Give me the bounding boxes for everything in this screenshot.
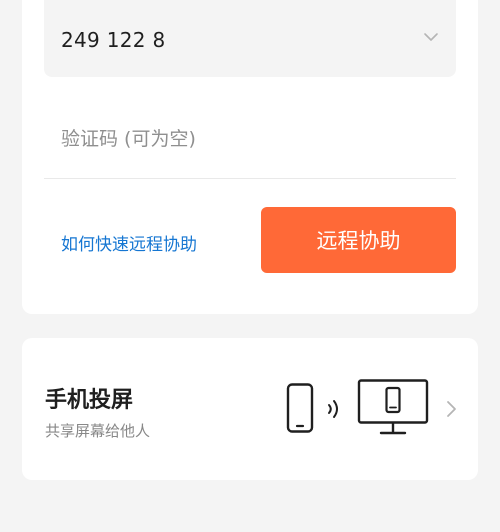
divider [44,178,456,179]
help-link[interactable]: 如何快速远程协助 [61,230,197,255]
cast-subtitle: 共享屏幕给他人 [45,422,151,440]
screen-cast-card[interactable]: 手机投屏 共享屏幕给他人 [22,338,478,480]
remote-assist-card: 249 122 8 如何快速远程协助 远程协助 [22,0,478,314]
monitor-icon [357,379,429,435]
chevron-right-icon [447,401,456,417]
verification-code-input[interactable] [44,110,456,168]
signal-wave-icon [328,400,338,418]
device-id-value: 249 122 8 [61,28,166,52]
phone-icon [286,383,314,433]
chevron-down-icon[interactable] [423,31,439,43]
device-id-dropdown[interactable]: 249 122 8 [44,0,456,77]
remote-assist-button[interactable]: 远程协助 [261,207,456,273]
cast-title: 手机投屏 [45,388,134,413]
